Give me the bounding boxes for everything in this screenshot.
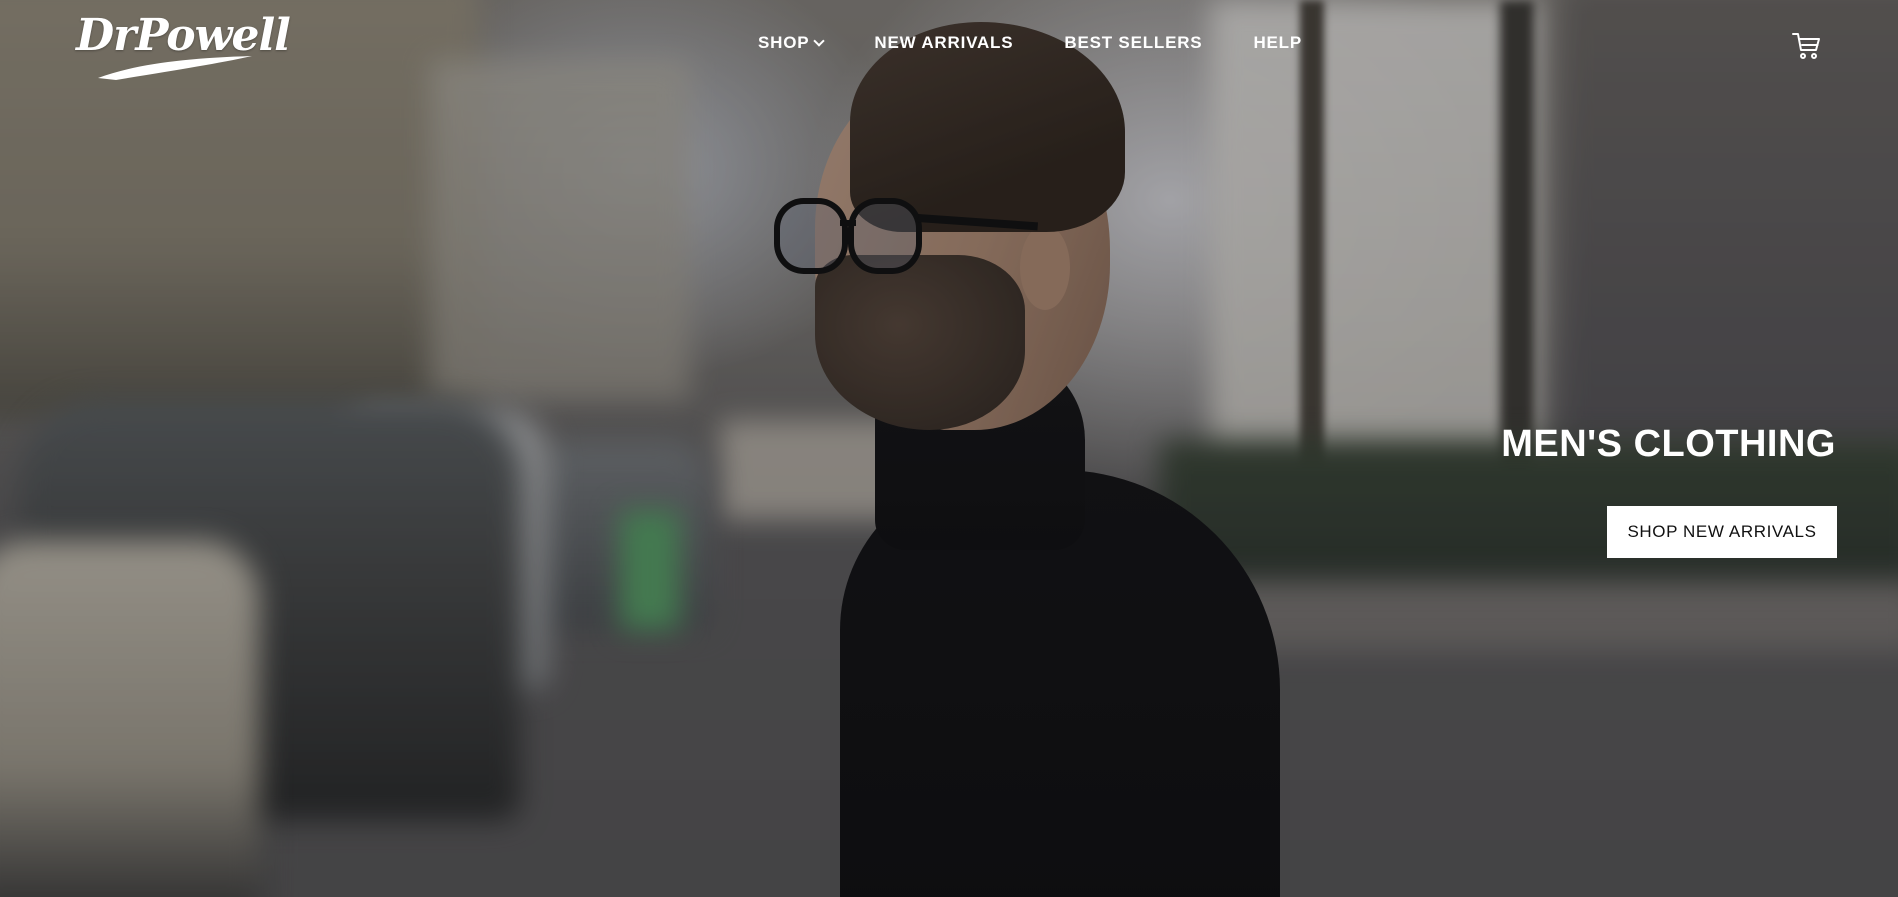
hero-title: MEN'S CLOTHING — [1501, 423, 1836, 465]
nav-item-label: BEST SELLERS — [1064, 33, 1203, 52]
nav-item-label: NEW ARRIVALS — [874, 33, 1014, 52]
nav-item-label: HELP — [1253, 33, 1302, 52]
nav-item-best-sellers[interactable]: BEST SELLERS — [1064, 33, 1202, 53]
chevron-down-icon — [813, 35, 826, 47]
hero-banner: DrPowell SHOP NEW ARRIVALS BEST SELLERS … — [0, 0, 1898, 897]
main-nav: SHOP NEW ARRIVALS BEST SELLERS HELP — [758, 33, 1302, 53]
cart-button[interactable] — [1791, 30, 1823, 67]
logo-swash-icon — [98, 56, 252, 80]
nav-item-shop[interactable]: SHOP — [758, 33, 826, 53]
shopping-cart-icon — [1792, 33, 1820, 59]
shop-new-arrivals-button[interactable]: SHOP NEW ARRIVALS — [1607, 506, 1837, 558]
nav-item-label: SHOP — [758, 33, 810, 52]
site-header: DrPowell SHOP NEW ARRIVALS BEST SELLERS … — [0, 0, 1898, 90]
nav-item-help[interactable]: HELP — [1253, 33, 1302, 53]
nav-item-new-arrivals[interactable]: NEW ARRIVALS — [874, 33, 1013, 53]
